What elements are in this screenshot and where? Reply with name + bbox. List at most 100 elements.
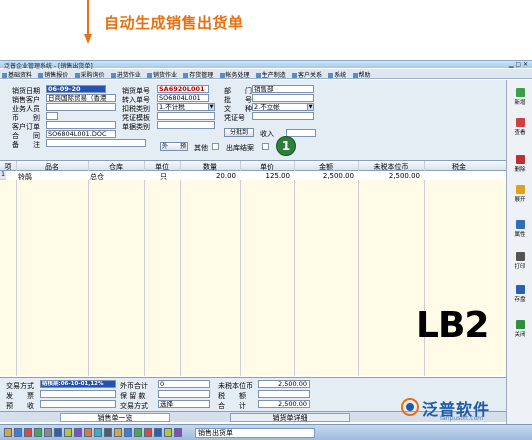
transfer-no-field[interactable]: SO6804L001 [157,94,209,102]
remark-field[interactable] [46,139,146,147]
grid-line [294,161,295,376]
view-button[interactable]: 查看 [508,118,532,136]
row-number: 1 [0,171,6,180]
warranty-field[interactable] [158,390,210,398]
new-button[interactable]: 新增 [508,88,532,106]
taskbar-icon[interactable] [44,428,52,437]
taskbar-icon[interactable] [4,428,12,437]
receipt-field[interactable] [40,400,116,408]
contract-field[interactable]: SO6804L001.DOC [46,130,116,138]
currency-field[interactable] [46,112,58,120]
cell-qty[interactable]: 20.00 [180,172,236,180]
right-toolbar: 新增 查看 删除 展开 属性 打印 存盘 关闭 [506,80,532,424]
taskbar-icon[interactable] [94,428,102,437]
grid-line [240,161,241,376]
menu-item[interactable]: 销货作业 [145,69,179,78]
outbound-done-checkbox[interactable] [262,143,269,150]
taskbar-icon[interactable] [74,428,82,437]
taskbar-icon[interactable] [144,428,152,437]
property-button[interactable]: 属性 [508,220,532,238]
menu-item[interactable]: 基础资料 [0,69,34,78]
cell-amount[interactable]: 2,500.00 [294,172,354,180]
save-button[interactable]: 存盘 [508,285,532,303]
received-field[interactable] [286,129,316,137]
taskbar-icon[interactable] [14,428,22,437]
taskbar-icon[interactable] [54,428,62,437]
order-form: 销货日期 06-09-20 销售客户 日商国际贸易（香港 业务人员 币 别 客户… [0,80,506,160]
menu-item[interactable]: 客户关系 [290,69,324,78]
voucher-template-field[interactable] [157,112,215,120]
print-button[interactable]: 打印 [508,252,532,270]
tax-type-select[interactable]: 1.不计税 ▼ [157,103,215,111]
untaxed-field[interactable]: 2,500.00 [258,380,310,388]
menu-item[interactable]: 帐务处理 [218,69,252,78]
taskbar-icon[interactable] [114,428,122,437]
menu-item[interactable]: 采购询价 [73,69,107,78]
expand-icon [515,185,525,194]
cell-warehouse[interactable]: 总仓 [90,172,104,182]
delete-button[interactable]: 删除 [508,155,532,173]
property-icon [515,220,525,229]
menu-item[interactable]: 进货作业 [109,69,143,78]
doc-type-field[interactable] [157,121,215,129]
taskbar-icon[interactable] [34,428,42,437]
menu-item[interactable]: 存货管理 [181,69,215,78]
tab-sales-detail[interactable]: 销货单详细 [230,413,350,422]
invoice-field[interactable] [40,390,116,398]
split-button[interactable]: 分批到 [224,128,254,137]
dept-field[interactable]: 销售部 [252,85,314,93]
taskbar-icon[interactable] [134,428,142,437]
taskbar-icon[interactable] [84,428,92,437]
voucher-no-field[interactable] [252,112,314,120]
menu-item[interactable]: 帮助 [351,69,373,78]
cell-price[interactable]: 125.00 [240,172,291,180]
tab-sales-list[interactable]: 销售单一览 [60,413,170,422]
step-badge: 1 [276,136,296,156]
cell-product[interactable]: 铃鹃 [18,172,32,182]
trade-mode-field[interactable]: 结核期:06-10-01,12% [40,380,116,388]
print-icon [515,252,525,261]
window-controls[interactable]: ▁ ▢ ✕ [509,61,528,68]
expand-button[interactable]: 展开 [508,185,532,203]
menu-item[interactable]: 销售报价 [36,69,70,78]
chevron-down-icon[interactable]: ▼ [307,104,313,110]
taskbar-window-button[interactable]: 销售出货单 [195,428,315,438]
customer-field[interactable]: 日商国际贸易（香港 [46,94,116,102]
trade-mode2-field[interactable]: 选择 [158,400,210,408]
taskbar-icon[interactable] [164,428,172,437]
foreign-total-field[interactable]: 0 [158,380,210,388]
batch-field[interactable] [252,94,314,102]
taskbar-icon[interactable] [154,428,162,437]
grid-header: 项 品名 仓库 单位 数量 单价 金额 未税本位币 税金 [0,161,506,171]
salesperson-field[interactable] [46,103,116,111]
grid-line [180,161,181,376]
invoice-type-select[interactable]: 2.不立帐 ▼ [252,103,314,111]
menu-item[interactable]: 生产制造 [254,69,288,78]
customer-order-field[interactable] [46,121,116,129]
order-no-field[interactable]: SA6920L001 [157,85,209,93]
tax-field[interactable] [258,390,310,398]
others-label: 其他 [194,144,208,152]
taskbar-icon[interactable] [104,428,112,437]
others-checkbox[interactable] [212,143,219,150]
total-field[interactable]: 2,500.00 [258,400,310,408]
taskbar-icon[interactable] [24,428,32,437]
tax-label: 税 额 [218,392,246,400]
taskbar-icon[interactable] [174,428,182,437]
confirm-button[interactable]: 外 预 [160,142,188,151]
taskbar-icon[interactable] [64,428,72,437]
taskbar-icon[interactable] [124,428,132,437]
cell-untaxed[interactable]: 2,500.00 [358,172,420,180]
brand-logo: 泛普软件 fanpusoft.com [400,396,530,424]
cell-unit[interactable]: 只 [160,172,167,182]
untaxed-label: 未税本位币 [218,382,253,390]
menu-icon [255,73,261,78]
chevron-down-icon[interactable]: ▼ [208,104,214,110]
sale-date-field[interactable]: 06-09-20 [46,85,106,93]
menu-item[interactable]: 系统 [326,69,348,78]
close-button[interactable]: 关闭 [508,320,532,338]
menu-icon [183,73,189,78]
grid-line [88,161,89,376]
voucher-no-label: 凭证号 [224,114,245,122]
grid-line [144,161,145,376]
